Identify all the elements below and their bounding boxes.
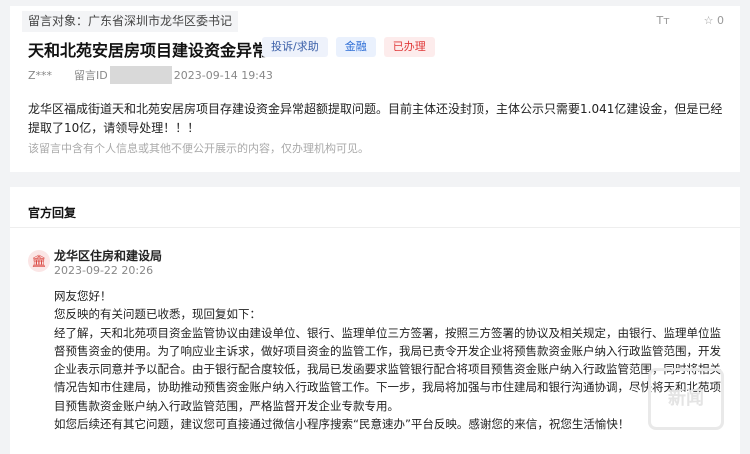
privacy-hint: 该留言中含有个人信息或其他不便公开展示的内容，仅办理机构可见。 (28, 142, 369, 155)
message-date: 2023-09-14 19:43 (173, 68, 273, 82)
reply-org-name: 龙华区住房和建设局 (54, 249, 163, 263)
message-tools: Tт ☆ 0 (657, 14, 725, 27)
reply-content: 网友您好！ 您反映的有关问题已收悉，现回复如下： 经了解，天和北苑项目资金监管协… (54, 287, 724, 433)
divider (10, 227, 740, 228)
tag-field[interactable]: 金融 (335, 37, 376, 57)
message-id-redacted (109, 66, 172, 84)
news-watermark: 新闻 (648, 368, 724, 430)
reply-section-title: 官方回复 (28, 206, 77, 220)
message-meta: Z*** 留言ID 2023-09-14 19:43 (28, 66, 273, 84)
message-id-label: 留言ID (74, 69, 108, 82)
reply-time: 2023-09-22 20:26 (54, 264, 154, 277)
reply-paragraph: 如您后续还有其它问题，建议您可直接通过微信小程序搜索“民意速办”平台反映。感谢您… (54, 417, 630, 432)
tag-category[interactable]: 投诉/求助 (262, 37, 328, 57)
message-tags: 投诉/求助 金融 已办理 (262, 37, 435, 57)
font-size-icon[interactable]: Tт (657, 14, 670, 27)
message-title: 天和北苑安居房项目建设资金异常 (28, 41, 269, 60)
reply-paragraph: 网友您好！ (54, 289, 112, 303)
message-target-label: 留言对象：广东省深圳市龙华区委书记 (22, 11, 239, 32)
message-content: 龙华区福成街道天和北苑安居房项目存建设资金异常超额提取问题。目前主体还没封顶，主… (28, 102, 723, 135)
status-badge: 已办理 (383, 37, 435, 57)
reply-paragraph: 经了解，天和北苑项目资金监管协议由建设单位、银行、监理单位三方签署，按照三方签署… (54, 325, 721, 413)
reply-paragraph: 您反映的有关问题已收悉，现回复如下： (54, 307, 261, 322)
favorite-star-icon[interactable]: ☆ 0 (704, 14, 724, 27)
author-name: Z*** (28, 68, 53, 82)
government-building-icon: 🏛 (28, 250, 50, 272)
